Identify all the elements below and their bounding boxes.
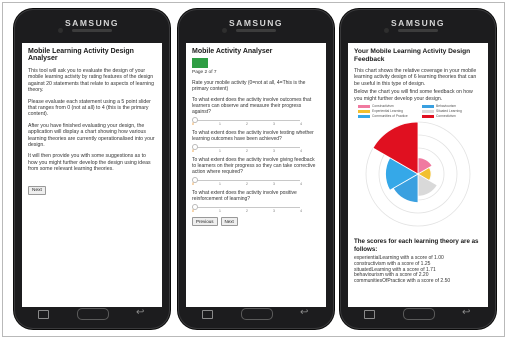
feedback-intro: This chart shows the relative coverage i… xyxy=(354,68,477,87)
brand-logo: SAMSUNG xyxy=(65,18,119,28)
back-icon[interactable]: ↩ xyxy=(136,307,144,319)
score-line: communitiesOfPractice with a score of 2.… xyxy=(354,278,451,285)
legend-swatch xyxy=(358,104,370,108)
camera-icon xyxy=(222,28,227,33)
nav-bar: ↩ xyxy=(22,307,162,323)
legend-item: Behaviourism xyxy=(422,104,482,108)
nav-bar: ↩ xyxy=(186,307,326,323)
next-button[interactable]: Next xyxy=(220,217,238,226)
previous-button[interactable]: Previous xyxy=(192,217,218,226)
next-button[interactable]: Next xyxy=(28,185,46,195)
camera-icon xyxy=(384,28,389,33)
brand-logo: SAMSUNG xyxy=(391,18,445,28)
back-icon[interactable]: ↩ xyxy=(462,307,470,319)
recent-apps-icon[interactable] xyxy=(364,310,375,319)
legend-swatch xyxy=(422,109,434,113)
feedback-intro: Below the chart you will find some feedb… xyxy=(354,89,473,102)
speaker-grille xyxy=(398,29,438,32)
slider-ticks: 01234 xyxy=(192,209,302,213)
rating-slider[interactable]: 01234 xyxy=(192,177,320,186)
legend-item: Situated Learning xyxy=(422,109,482,113)
phone-1: SAMSUNG Mobile Learning Activity Design … xyxy=(14,9,170,329)
polar-area-chart xyxy=(365,121,471,227)
page-title: Mobile Learning Activity Design Analyser xyxy=(28,48,134,62)
legend-item: Constructivism xyxy=(358,104,418,108)
chart-legend: Constructivism Behaviourism Experiential… xyxy=(358,104,482,118)
home-button[interactable] xyxy=(77,308,109,320)
question-text: To what extent does the activity involve… xyxy=(192,130,314,142)
screen-feedback: Your Mobile Learning Activity Design Fee… xyxy=(348,43,488,307)
legend-swatch xyxy=(358,109,370,113)
recent-apps-icon[interactable] xyxy=(38,310,49,319)
home-button[interactable] xyxy=(403,308,435,320)
screen-questions: Mobile Activity Analyser Page 2 of 7 Rat… xyxy=(186,43,326,307)
home-button[interactable] xyxy=(241,308,273,320)
recent-apps-icon[interactable] xyxy=(202,310,213,319)
slider-ticks: 01234 xyxy=(192,149,302,153)
back-icon[interactable]: ↩ xyxy=(300,307,308,319)
speaker-grille xyxy=(72,29,112,32)
page-indicator: Page 2 of 7 xyxy=(192,70,217,75)
rating-slider[interactable]: 01234 xyxy=(192,204,320,213)
screen-intro: Mobile Learning Activity Design Analyser… xyxy=(22,43,162,307)
question-text: To what extent does the activity involve… xyxy=(192,157,316,175)
rating-slider[interactable]: 01234 xyxy=(192,117,320,126)
slider-track xyxy=(194,120,300,121)
camera-icon xyxy=(58,28,63,33)
scores-heading: The scores for each learning theory are … xyxy=(354,238,479,253)
phone-3: SAMSUNG Your Mobile Learning Activity De… xyxy=(340,9,496,329)
slider-track xyxy=(194,180,300,181)
rating-instructions: Rate your mobile activity (0=not at all,… xyxy=(192,80,306,92)
intro-paragraph: After you have finished evaluating your … xyxy=(28,122,155,149)
slider-ticks: 01234 xyxy=(192,182,302,186)
slider-track xyxy=(194,207,300,208)
intro-paragraph: This tool will ask you to evaluate the d… xyxy=(28,68,155,94)
slider-track xyxy=(194,147,300,148)
intro-paragraph: Please evaluate each statement using a 5… xyxy=(28,98,151,118)
nav-bar: ↩ xyxy=(348,307,488,323)
slider-ticks: 01234 xyxy=(192,122,302,126)
page-title: Your Mobile Learning Activity Design Fee… xyxy=(354,48,471,63)
rating-slider[interactable]: 01234 xyxy=(192,144,320,153)
brand-logo: SAMSUNG xyxy=(229,18,283,28)
question-text: To what extent does the activity involve… xyxy=(192,97,312,115)
question-text: To what extent does the activity involve… xyxy=(192,190,297,202)
phone-2: SAMSUNG Mobile Activity Analyser Page 2 … xyxy=(178,9,334,329)
intro-paragraph: It will then provide you with some sugge… xyxy=(28,153,151,173)
page-title: Mobile Activity Analyser xyxy=(192,48,273,55)
pager-buttons: Previous Next xyxy=(192,217,320,226)
speaker-grille xyxy=(236,29,276,32)
legend-swatch xyxy=(422,104,434,108)
progress-bar xyxy=(192,58,208,68)
legend-item: Experiential Learning xyxy=(358,109,418,113)
